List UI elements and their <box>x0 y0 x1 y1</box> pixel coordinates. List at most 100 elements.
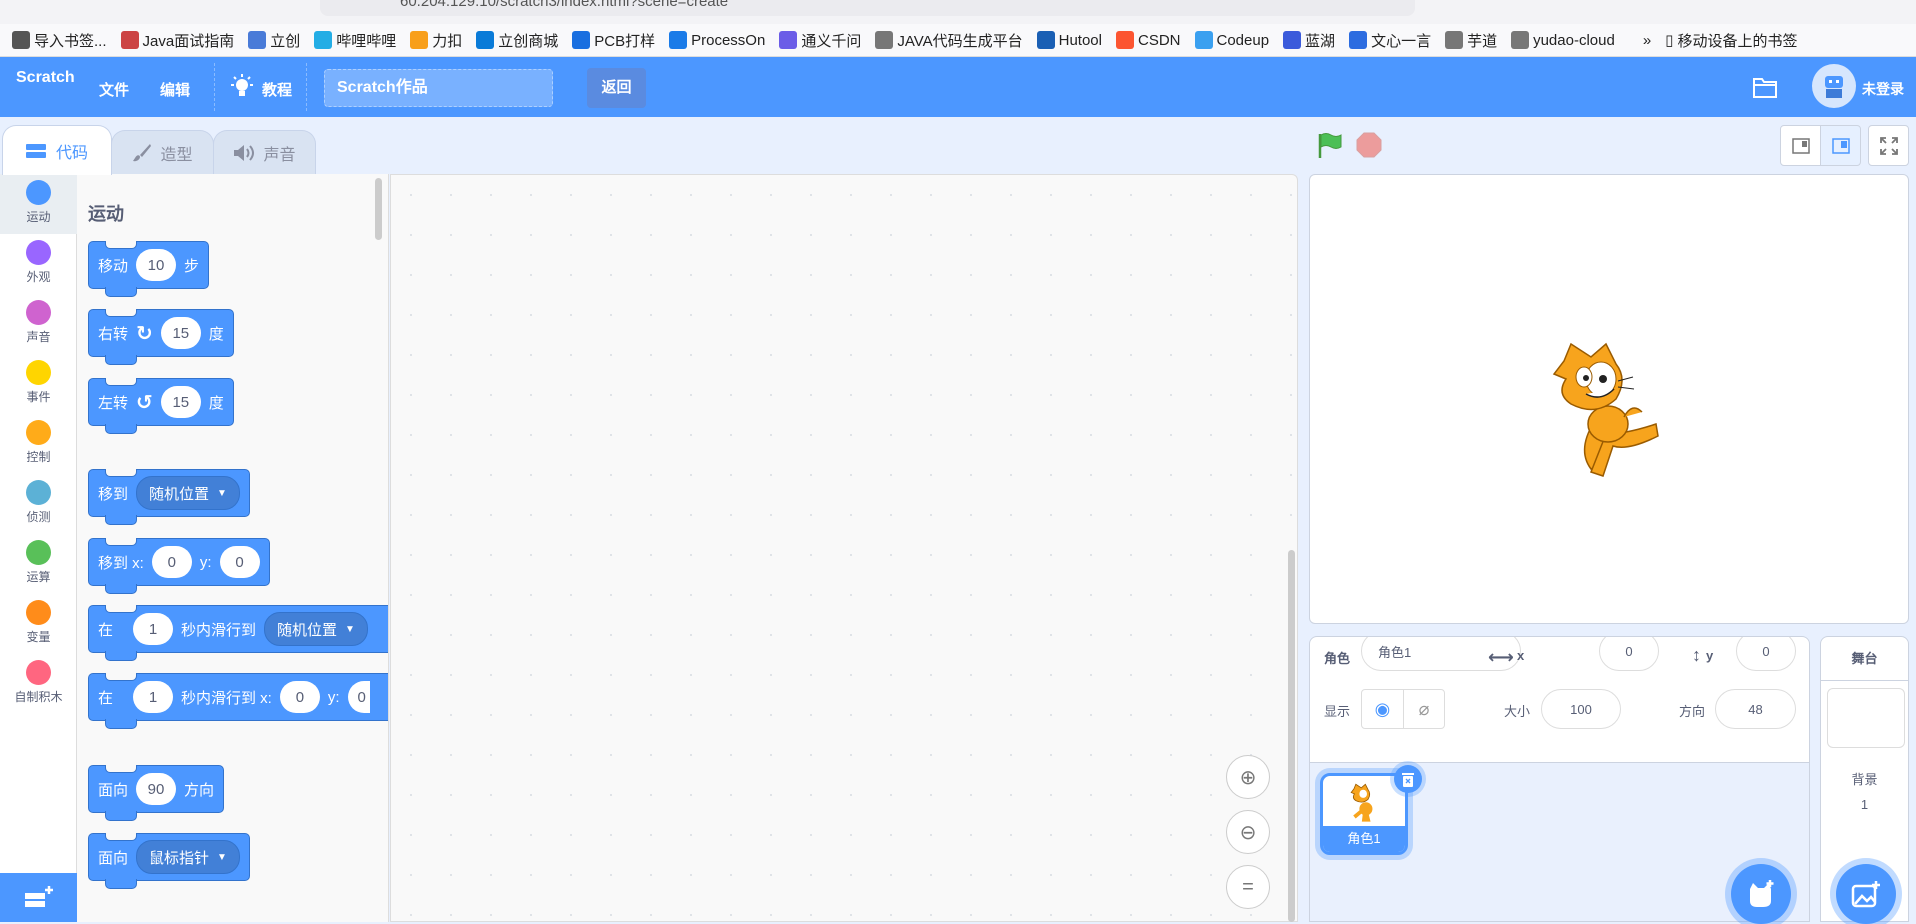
address-bar[interactable]: 60.204.129.10/scratch3/index.html?scene=… <box>320 0 1415 16</box>
bookmark-item[interactable]: Codeup <box>1194 31 1269 49</box>
show-label: 显示 <box>1324 704 1351 719</box>
tutorials-menu[interactable]: 教程 <box>262 79 292 100</box>
stop-icon[interactable] <box>1355 131 1383 159</box>
mobile-bookmarks[interactable]: ▯ 移动设备上的书签 <box>1665 30 1797 51</box>
x-input[interactable]: 0 <box>151 546 192 578</box>
bookmark-label: JAVA代码生成平台 <box>897 32 1023 50</box>
add-backdrop-button[interactable] <box>1836 864 1896 924</box>
zoom-in-button[interactable]: ⊕ <box>1226 755 1270 799</box>
category-8[interactable]: 自制积木 <box>0 654 77 714</box>
block-turn-left[interactable]: 左转 ↺ 15 度 <box>88 378 234 434</box>
block-goto-xy[interactable]: 移到 x: 0 y: 0 <box>88 538 270 594</box>
category-5[interactable]: 侦测 <box>0 474 77 534</box>
more-bookmarks-icon[interactable]: » <box>1643 32 1651 49</box>
add-sprite-button[interactable] <box>1731 864 1791 924</box>
fullscreen-button[interactable] <box>1868 125 1909 166</box>
add-extension-button[interactable] <box>0 873 77 922</box>
category-7[interactable]: 变量 <box>0 594 77 654</box>
green-flag-icon[interactable] <box>1315 131 1343 159</box>
block-glide-to-xy[interactable]: 在 1 秒内滑行到 x: 0 y: 0 <box>88 673 388 729</box>
direction-input[interactable]: 90 <box>136 773 177 805</box>
bookmark-item[interactable]: 立创商城 <box>476 30 558 51</box>
script-scrollbar[interactable] <box>1288 550 1295 922</box>
login-status[interactable]: 未登录 <box>1862 79 1904 99</box>
zoom-out-button[interactable]: ⊖ <box>1226 810 1270 854</box>
stage[interactable] <box>1309 174 1909 624</box>
bookmark-label: ProcessOn <box>691 31 766 49</box>
category-label: 运动 <box>26 210 51 224</box>
block-goto[interactable]: 移到 随机位置 ▼ <box>88 469 250 525</box>
bookmark-item[interactable]: ProcessOn <box>669 31 765 49</box>
project-title-input[interactable]: Scratch作品 <box>324 69 553 107</box>
bookmark-item[interactable]: JAVA代码生成平台 <box>875 30 1023 51</box>
palette-scrollbar[interactable] <box>375 178 382 240</box>
edit-menu[interactable]: 编辑 <box>160 79 190 100</box>
bookmark-item[interactable]: 芋道 <box>1445 30 1497 51</box>
towards-target-dropdown[interactable]: 鼠标指针 ▼ <box>136 840 240 874</box>
block-turn-right[interactable]: 右转 ↻ 15 度 <box>88 309 234 365</box>
bookmark-item[interactable]: yudao-cloud <box>1511 31 1615 49</box>
bookmark-item[interactable]: Hutool <box>1036 31 1102 49</box>
category-3[interactable]: 事件 <box>0 354 77 414</box>
block-point-direction[interactable]: 面向 90 方向 <box>88 765 225 821</box>
seconds-input[interactable]: 1 <box>133 681 174 713</box>
direction-input[interactable]: 48 <box>1715 689 1796 729</box>
bookmark-item[interactable]: 立创 <box>248 30 300 51</box>
show-hidden-button[interactable]: ⌀ <box>1403 689 1445 729</box>
back-button[interactable]: 返回 <box>587 68 646 108</box>
dropdown-value: 随机位置 <box>277 621 338 639</box>
x-arrows-icon: ⟷ <box>1488 647 1514 667</box>
y-input[interactable]: 0 <box>1736 637 1796 671</box>
bookmark-icon <box>875 31 894 49</box>
x-input[interactable]: 0 <box>279 681 320 713</box>
steps-input[interactable]: 10 <box>136 249 177 281</box>
goto-target-dropdown[interactable]: 随机位置 ▼ <box>136 476 240 510</box>
y-input[interactable]: 0 <box>347 681 370 713</box>
bookmark-icon <box>779 31 798 49</box>
bookmark-item[interactable]: 通义千问 <box>779 30 861 51</box>
script-area[interactable] <box>390 174 1298 922</box>
bookmark-item[interactable]: 文心一言 <box>1349 30 1431 51</box>
bookmark-item[interactable]: CSDN <box>1115 31 1181 49</box>
block-text: 度 <box>208 325 224 343</box>
delete-sprite-button[interactable] <box>1394 765 1422 793</box>
bookmark-item[interactable]: 哔哩哔哩 <box>314 30 396 51</box>
x-input[interactable]: 0 <box>1599 637 1659 671</box>
rotate-left-icon: ↺ <box>136 391 153 414</box>
block-move-steps[interactable]: 移动 10 步 <box>88 241 210 297</box>
size-input[interactable]: 100 <box>1541 689 1621 729</box>
bookmark-item[interactable]: PCB打样 <box>572 30 655 51</box>
dropdown-value: 鼠标指针 <box>149 849 210 867</box>
normal-stage-button[interactable] <box>1820 125 1861 166</box>
seconds-input[interactable]: 1 <box>133 613 174 645</box>
category-0[interactable]: 运动 <box>0 174 77 234</box>
category-6[interactable]: 运算 <box>0 534 77 594</box>
file-menu[interactable]: 文件 <box>99 79 129 100</box>
bookmark-item[interactable]: 力扣 <box>410 30 462 51</box>
category-2[interactable]: 声音 <box>0 294 77 354</box>
cat-sprite[interactable] <box>1546 339 1678 479</box>
folder-icon[interactable] <box>1752 75 1778 99</box>
tab-code[interactable]: 代码 <box>2 125 112 175</box>
category-4[interactable]: 控制 <box>0 414 77 474</box>
block-point-towards[interactable]: 面向 鼠标指针 ▼ <box>88 833 250 889</box>
category-1[interactable]: 外观 <box>0 234 77 294</box>
zoom-reset-button[interactable]: = <box>1226 865 1270 909</box>
x-label: x <box>1517 648 1525 663</box>
y-input[interactable]: 0 <box>219 546 260 578</box>
bookmark-item[interactable]: Java面试指南 <box>120 30 234 51</box>
glide-target-dropdown[interactable]: 随机位置 ▼ <box>264 612 368 646</box>
tab-sounds[interactable]: 声音 <box>213 130 316 174</box>
block-glide-to[interactable]: 在 1 秒内滑行到 随机位置 ▼ <box>88 605 388 661</box>
degrees-input[interactable]: 15 <box>160 386 201 418</box>
degrees-input[interactable]: 15 <box>160 317 201 349</box>
tab-costumes[interactable]: 造型 <box>111 130 214 174</box>
backdrop-thumbnail[interactable] <box>1827 688 1905 748</box>
avatar[interactable] <box>1812 64 1856 108</box>
bookmark-item[interactable]: 导入书签... <box>12 30 107 51</box>
block-text: 度 <box>208 394 224 412</box>
bookmark-item[interactable]: 蓝湖 <box>1283 30 1335 51</box>
small-stage-button[interactable] <box>1780 125 1821 166</box>
scratch-logo[interactable]: Scratch <box>16 69 75 87</box>
show-visible-button[interactable]: ◉ <box>1361 689 1404 729</box>
